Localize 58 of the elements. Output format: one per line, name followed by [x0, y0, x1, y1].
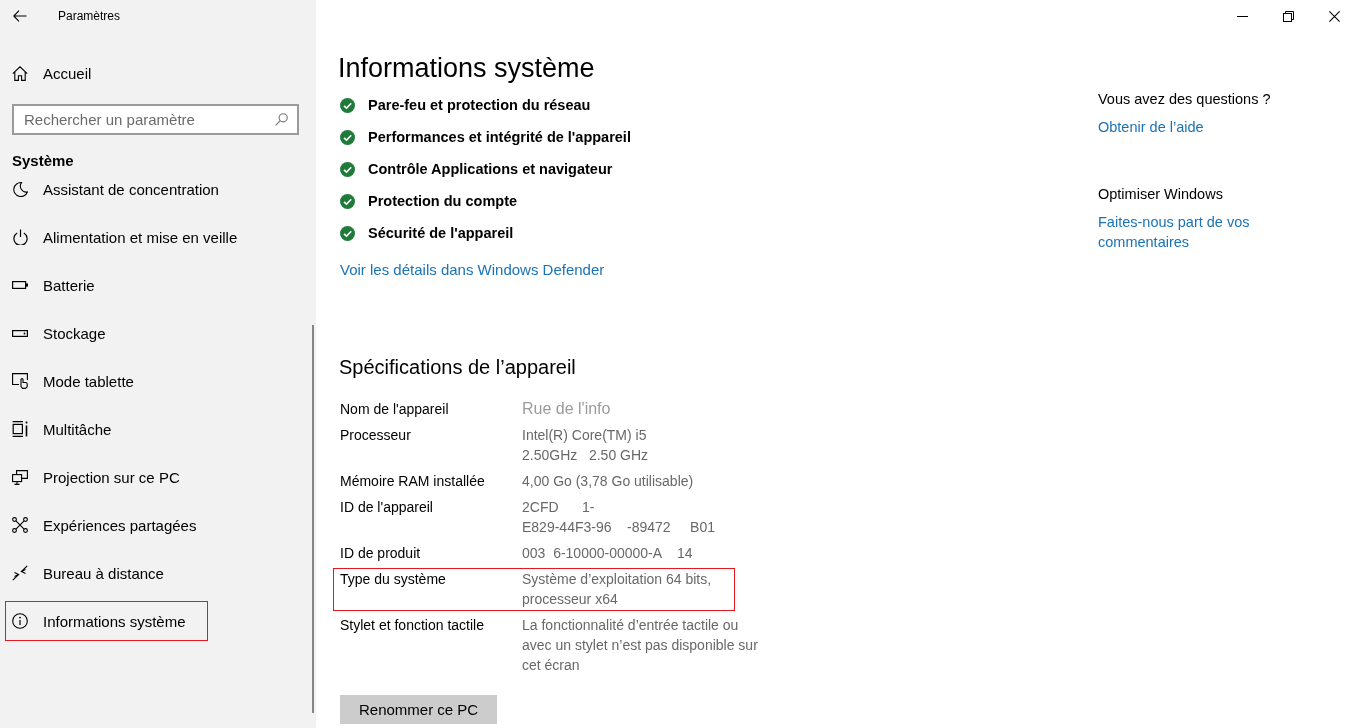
tablet-hand-icon [12, 373, 28, 389]
info-icon [12, 613, 28, 629]
spec-value: 4,00 Go (3,78 Go utilisable) [522, 472, 694, 491]
protection-label: Protection du compte [368, 193, 518, 209]
battery-icon [12, 281, 28, 289]
sidebar-item[interactable]: Stockage [5, 313, 128, 353]
search-icon [275, 113, 288, 126]
spec-label: ID de l'appareil [340, 498, 434, 517]
spec-value: La fonctionnalité d’entrée tactile ou avec un stylet n’est pas disponible sur cet écran [522, 616, 758, 675]
spec-label: ID de produit [340, 544, 422, 563]
monitors-icon [12, 469, 28, 485]
aside-heading: Vous avez des questions ? [1098, 90, 1271, 109]
sidebar-item[interactable]: Assistant de concentration [5, 169, 241, 209]
minimize-icon [1236, 15, 1248, 17]
spec-value: 2CFD 1- E829-44F3-96 -89472 B01 [522, 498, 715, 537]
close-icon [1328, 10, 1340, 22]
nodes-icon [12, 517, 28, 533]
spec-label: Processeur [340, 426, 412, 445]
home-icon [12, 65, 28, 81]
restore-icon [1282, 10, 1294, 22]
search-field[interactable]: Rechercher un paramètre [12, 104, 299, 135]
back-arrow-icon [13, 10, 27, 22]
spec-value: Système d’exploitation 64 bits, processeur x64 [522, 570, 712, 609]
sidebar-item[interactable]: Mode tablette [5, 361, 156, 401]
spec-label: Stylet et fonction tactile [340, 616, 485, 635]
sidebar-item[interactable]: Multitâche [5, 409, 134, 449]
section-heading: Système [12, 153, 74, 169]
protection-label: Pare-feu et protection du réseau [368, 97, 591, 113]
arrows-icon [12, 565, 28, 581]
spec-label: Nom de l'appareil [340, 400, 450, 419]
spec-value: Intel(R) Core(TM) i5 2.50GHz 2.50 GHz [522, 426, 649, 465]
power-icon [12, 229, 28, 245]
sidebar-item[interactable]: Projection sur ce PC [5, 457, 202, 497]
spec-value: Rue de l'info [522, 399, 611, 419]
sidebar-item[interactable]: Alimentation et mise en veille [5, 217, 260, 257]
aside-heading: Optimiser Windows [1098, 185, 1223, 204]
scrollbar-thumb[interactable] [312, 325, 314, 713]
section-title: Spécifications de l’appareil [339, 355, 576, 380]
crescent-icon [12, 181, 28, 197]
home-item[interactable]: Accueil [5, 53, 114, 93]
protection-label: Performances et intégrité de l'appareil [368, 129, 631, 145]
sidebar-item[interactable]: Expériences partagées [5, 505, 219, 545]
rename-button[interactable]: Renommer ce PC [340, 695, 498, 724]
sidebar-item[interactable]: Informations système [5, 601, 208, 641]
spec-value: 003 6-10000-00000-A 14 [522, 544, 693, 563]
page-title: Informations système [338, 52, 595, 85]
drive-icon [12, 329, 28, 337]
protection-label: Contrôle Applications et navigateur [368, 161, 613, 177]
defender-link[interactable]: Voir les détails dans Windows Defender [340, 260, 605, 280]
window-title: Paramètres [58, 9, 121, 23]
protection-label: Sécurité de l'appareil [368, 225, 514, 241]
spec-label: Type du système [340, 570, 447, 589]
sidebar-item[interactable]: Batterie [5, 265, 117, 305]
aside-link[interactable]: Faites-nous part de vos commentaires [1098, 212, 1258, 252]
aside-link[interactable]: Obtenir de l’aide [1098, 117, 1204, 137]
sidebar-item[interactable]: Bureau à distance [5, 553, 186, 593]
window-bars-icon [12, 421, 28, 437]
spec-label: Mémoire RAM installée [340, 472, 486, 491]
